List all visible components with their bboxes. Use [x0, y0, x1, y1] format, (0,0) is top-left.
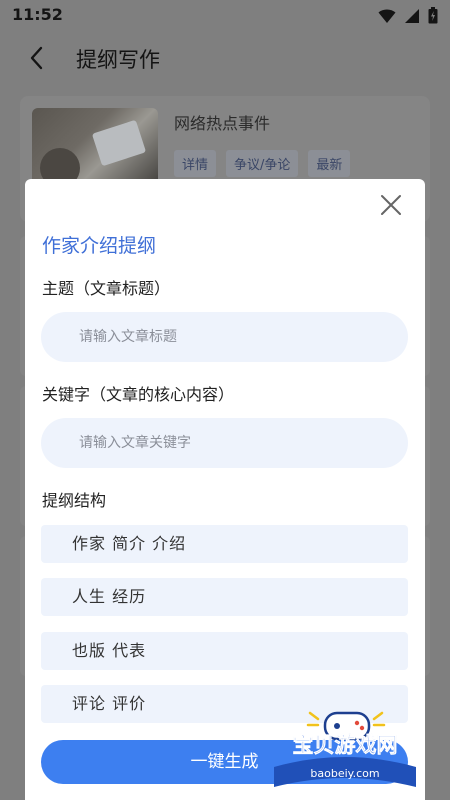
battery-icon	[428, 7, 438, 24]
signal-icon	[405, 8, 419, 23]
app-header: 提纲写作	[0, 30, 450, 86]
outline-item[interactable]: 作家 简介 介绍	[41, 525, 408, 563]
watermark-url: baobeiy.com	[310, 767, 379, 780]
article-tag: 争议/争论	[226, 150, 299, 177]
keywords-field	[41, 418, 408, 468]
article-thumbnail	[32, 108, 158, 188]
watermark-text: 宝贝游戏网	[293, 733, 398, 757]
subject-input[interactable]	[41, 312, 408, 362]
close-icon[interactable]	[379, 193, 403, 217]
article-tag: 详情	[174, 150, 217, 177]
keywords-label: 关键字（文章的核心内容）	[42, 385, 235, 404]
article-card-title: 网络热点事件	[174, 114, 271, 133]
back-arrow-icon[interactable]	[26, 44, 50, 72]
keywords-input[interactable]	[41, 418, 408, 468]
article-card-tags: 详情 争议/争论 最新	[174, 150, 351, 177]
subject-label: 主题（文章标题）	[42, 279, 171, 298]
outline-item[interactable]: 人生 经历	[41, 578, 408, 616]
outline-structure-label: 提纲结构	[42, 491, 107, 510]
status-icons	[378, 7, 438, 24]
article-tag: 最新	[308, 150, 351, 177]
status-bar: 11:52	[0, 0, 450, 30]
watermark-logo: 宝贝游戏网 baobeiy.com	[274, 711, 416, 787]
wifi-icon	[378, 9, 396, 23]
subject-field	[41, 312, 408, 362]
page-title: 提纲写作	[76, 48, 160, 72]
modal-title: 作家介绍提纲	[42, 235, 157, 257]
status-time: 11:52	[12, 5, 63, 24]
outline-item[interactable]: 也版 代表	[41, 632, 408, 670]
